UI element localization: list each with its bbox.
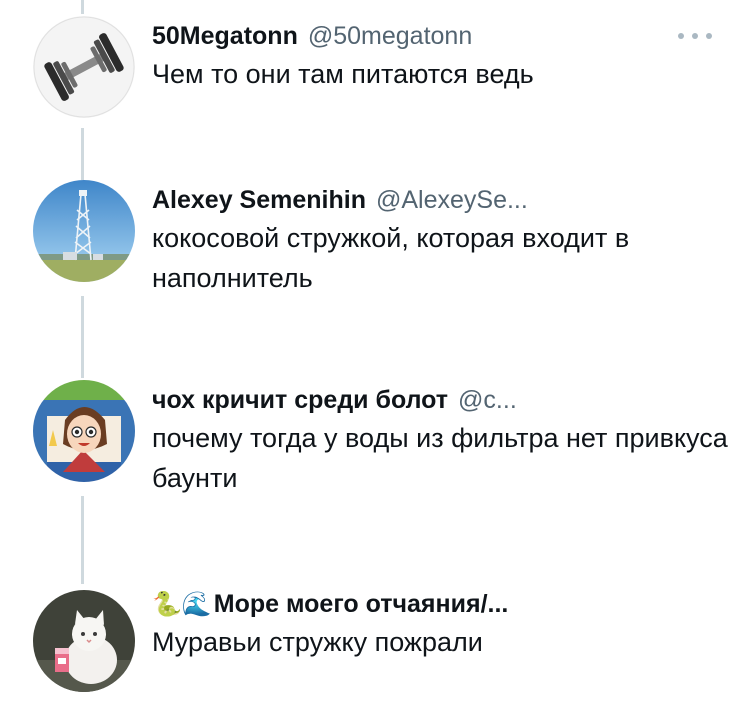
user-handle[interactable]: @c... (458, 380, 517, 420)
display-name[interactable]: чох кричит среди болот (152, 380, 448, 420)
tweet-header: 50Megatonn @50megatonn (152, 16, 472, 56)
tweet-text: Муравьи стружку пожрали (152, 627, 483, 657)
tweet[interactable]: Alexey Semenihin @AlexeySe... кокосовой … (0, 180, 750, 320)
avatar[interactable] (33, 380, 135, 482)
display-name[interactable]: 50Megatonn (152, 16, 298, 56)
cartoon-character-icon (33, 380, 135, 482)
dumbbell-icon (33, 16, 135, 118)
tweet-header: Alexey Semenihin @AlexeySe... (152, 180, 528, 220)
tweet-header: чох кричит среди болот @c... (152, 380, 517, 420)
tweet[interactable]: чох кричит среди болот @c... почему тогд… (0, 380, 750, 520)
tweet-text: почему тогда у воды из фильтра нет привк… (152, 423, 728, 493)
user-handle[interactable]: @50megatonn (308, 16, 472, 56)
more-dot (692, 33, 698, 39)
avatar[interactable] (33, 16, 135, 118)
user-handle[interactable]: @AlexeySe... (376, 180, 528, 220)
display-name[interactable]: Alexey Semenihin (152, 180, 366, 220)
radio-tower-icon (33, 180, 135, 282)
avatar[interactable] (33, 590, 135, 692)
thread-line (81, 0, 84, 14)
tweet[interactable]: 50Megatonn @50megatonn Чем то они там пи… (0, 16, 750, 136)
display-name[interactable]: Море моего отчаяния/... (214, 584, 509, 624)
tweet-text: кокосовой стружкой, которая входит в нап… (152, 223, 630, 293)
tweet-header: 🐍🌊 Море моего отчаяния/... (152, 584, 508, 624)
tweet[interactable]: 🐍🌊 Море моего отчаяния/... Муравьи струж… (0, 584, 750, 704)
more-dot (678, 33, 684, 39)
name-emoji: 🐍🌊 (152, 590, 212, 618)
white-cat-icon (33, 590, 135, 692)
tweet-text: Чем то они там питаются ведь (152, 59, 534, 89)
more-options-button[interactable] (678, 16, 712, 56)
avatar[interactable] (33, 180, 135, 282)
more-dot (706, 33, 712, 39)
